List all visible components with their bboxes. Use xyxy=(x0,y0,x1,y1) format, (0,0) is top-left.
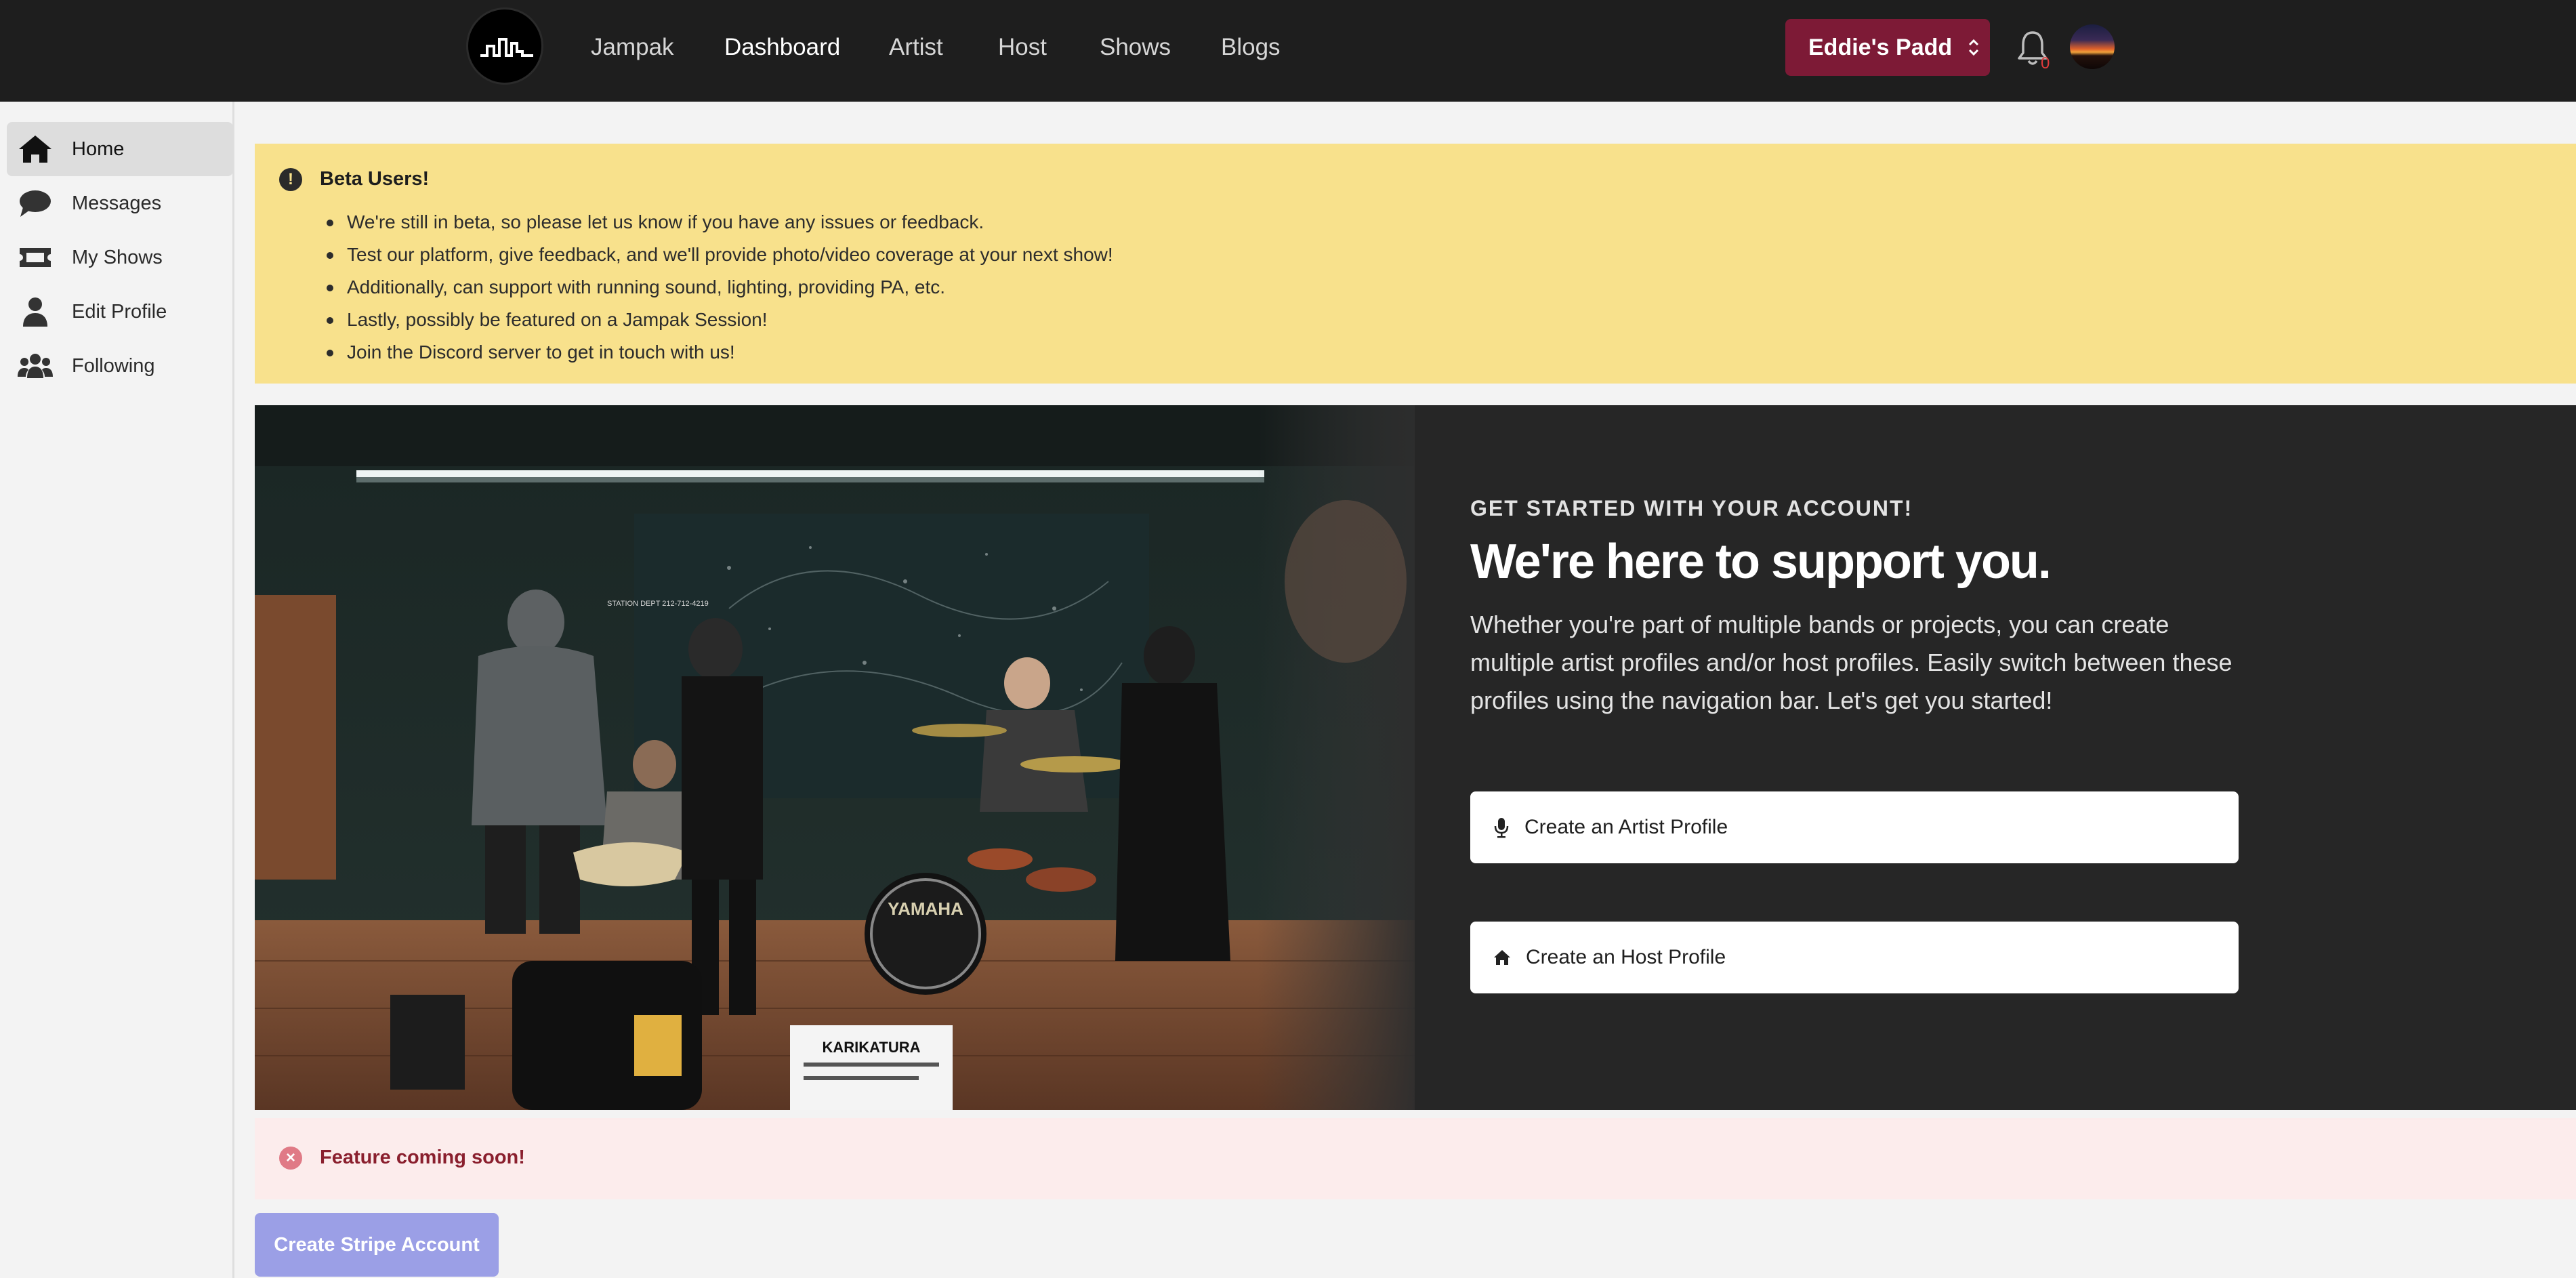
list-item: Test our platform, give feedback, and we… xyxy=(327,239,1113,271)
hero-title: We're here to support you. xyxy=(1470,535,2052,589)
list-item: Additionally, can support with running s… xyxy=(327,271,1113,304)
ticket-icon xyxy=(20,248,51,267)
jampak-logo[interactable] xyxy=(466,7,543,85)
sidebar-item-messages[interactable]: Messages xyxy=(7,176,233,230)
hero-eyebrow: GET STARTED WITH YOUR ACCOUNT! xyxy=(1470,496,1913,520)
nav-link-artist[interactable]: Artist xyxy=(889,33,943,62)
sidebar-item-label: My Shows xyxy=(72,246,163,268)
hero-description: Whether you're part of multiple bands or… xyxy=(1470,611,2232,714)
bass-drum-text: YAMAHA xyxy=(888,899,963,919)
exclamation-circle-icon: ! xyxy=(279,168,302,191)
sidebar-item-following[interactable]: Following xyxy=(7,339,233,393)
band-playing-photo: STATION DEPT 212-712-4219 YAMAHA KARIKAT… xyxy=(255,405,1415,1110)
create-artist-profile-button[interactable]: Create an Artist Profile xyxy=(1470,791,2239,863)
users-icon xyxy=(18,354,53,378)
profile-switcher-label: Eddie's Padd xyxy=(1808,34,1953,60)
beta-banner-list: We're still in beta, so please let us kn… xyxy=(327,206,1113,369)
user-icon xyxy=(23,297,47,327)
band-photo: STATION DEPT 212-712-4219 YAMAHA KARIKAT… xyxy=(255,405,1415,1110)
karikatura-sign-text: KARIKATURA xyxy=(822,1039,920,1056)
waveform-logo-icon xyxy=(480,38,533,57)
list-item: Lastly, possibly be featured on a Jampak… xyxy=(327,304,1113,336)
sidebar-item-label: Home xyxy=(72,138,125,160)
home-icon xyxy=(19,136,51,163)
nav-link-dashboard[interactable]: Dashboard xyxy=(724,33,840,62)
get-started-hero: STATION DEPT 212-712-4219 YAMAHA KARIKAT… xyxy=(255,405,2576,1110)
notification-count-badge: 0 xyxy=(2041,54,2050,73)
create-host-profile-button[interactable]: Create an Host Profile xyxy=(1470,922,2239,993)
chevron-up-down-icon xyxy=(1969,39,1979,56)
nav-link-jampak[interactable]: Jampak xyxy=(591,33,674,62)
feature-coming-soon-alert: × Feature coming soon! xyxy=(255,1118,2576,1199)
create-host-profile-label: Create an Host Profile xyxy=(1526,946,1726,968)
nav-link-host[interactable]: Host xyxy=(998,33,1047,62)
x-circle-icon: × xyxy=(279,1147,302,1170)
home-icon xyxy=(1494,950,1510,965)
create-stripe-account-button[interactable]: Create Stripe Account xyxy=(255,1213,499,1277)
list-item: We're still in beta, so please let us kn… xyxy=(327,206,1113,239)
alert-text: Feature coming soon! xyxy=(320,1147,525,1168)
list-item: Join the Discord server to get in touch … xyxy=(327,336,1113,369)
sidebar-item-home[interactable]: Home xyxy=(7,122,233,176)
user-avatar[interactable] xyxy=(2070,24,2115,69)
nav-link-shows[interactable]: Shows xyxy=(1100,33,1171,62)
chat-bubble-icon xyxy=(20,190,51,217)
nav-link-blogs[interactable]: Blogs xyxy=(1221,33,1281,62)
sidebar-item-my-shows[interactable]: My Shows xyxy=(7,230,233,285)
top-navigation-bar: Jampak Dashboard Artist Host Shows Blogs… xyxy=(0,0,2576,102)
sidebar-item-edit-profile[interactable]: Edit Profile xyxy=(7,285,233,339)
sidebar-item-label: Messages xyxy=(72,192,162,214)
microphone-icon xyxy=(1494,818,1509,838)
profile-switcher-button[interactable]: Eddie's Padd xyxy=(1785,19,1990,76)
wall-sign-text: STATION DEPT 212-712-4219 xyxy=(607,600,709,608)
beta-users-banner: ! Beta Users! We're still in beta, so pl… xyxy=(255,144,2576,384)
sidebar-item-label: Edit Profile xyxy=(72,300,167,323)
beta-banner-title: Beta Users! xyxy=(320,168,430,190)
sidebar-item-label: Following xyxy=(72,354,155,377)
sidebar: Home Messages My Shows Edit Profile Foll… xyxy=(0,102,234,1278)
create-artist-profile-label: Create an Artist Profile xyxy=(1524,816,1728,838)
